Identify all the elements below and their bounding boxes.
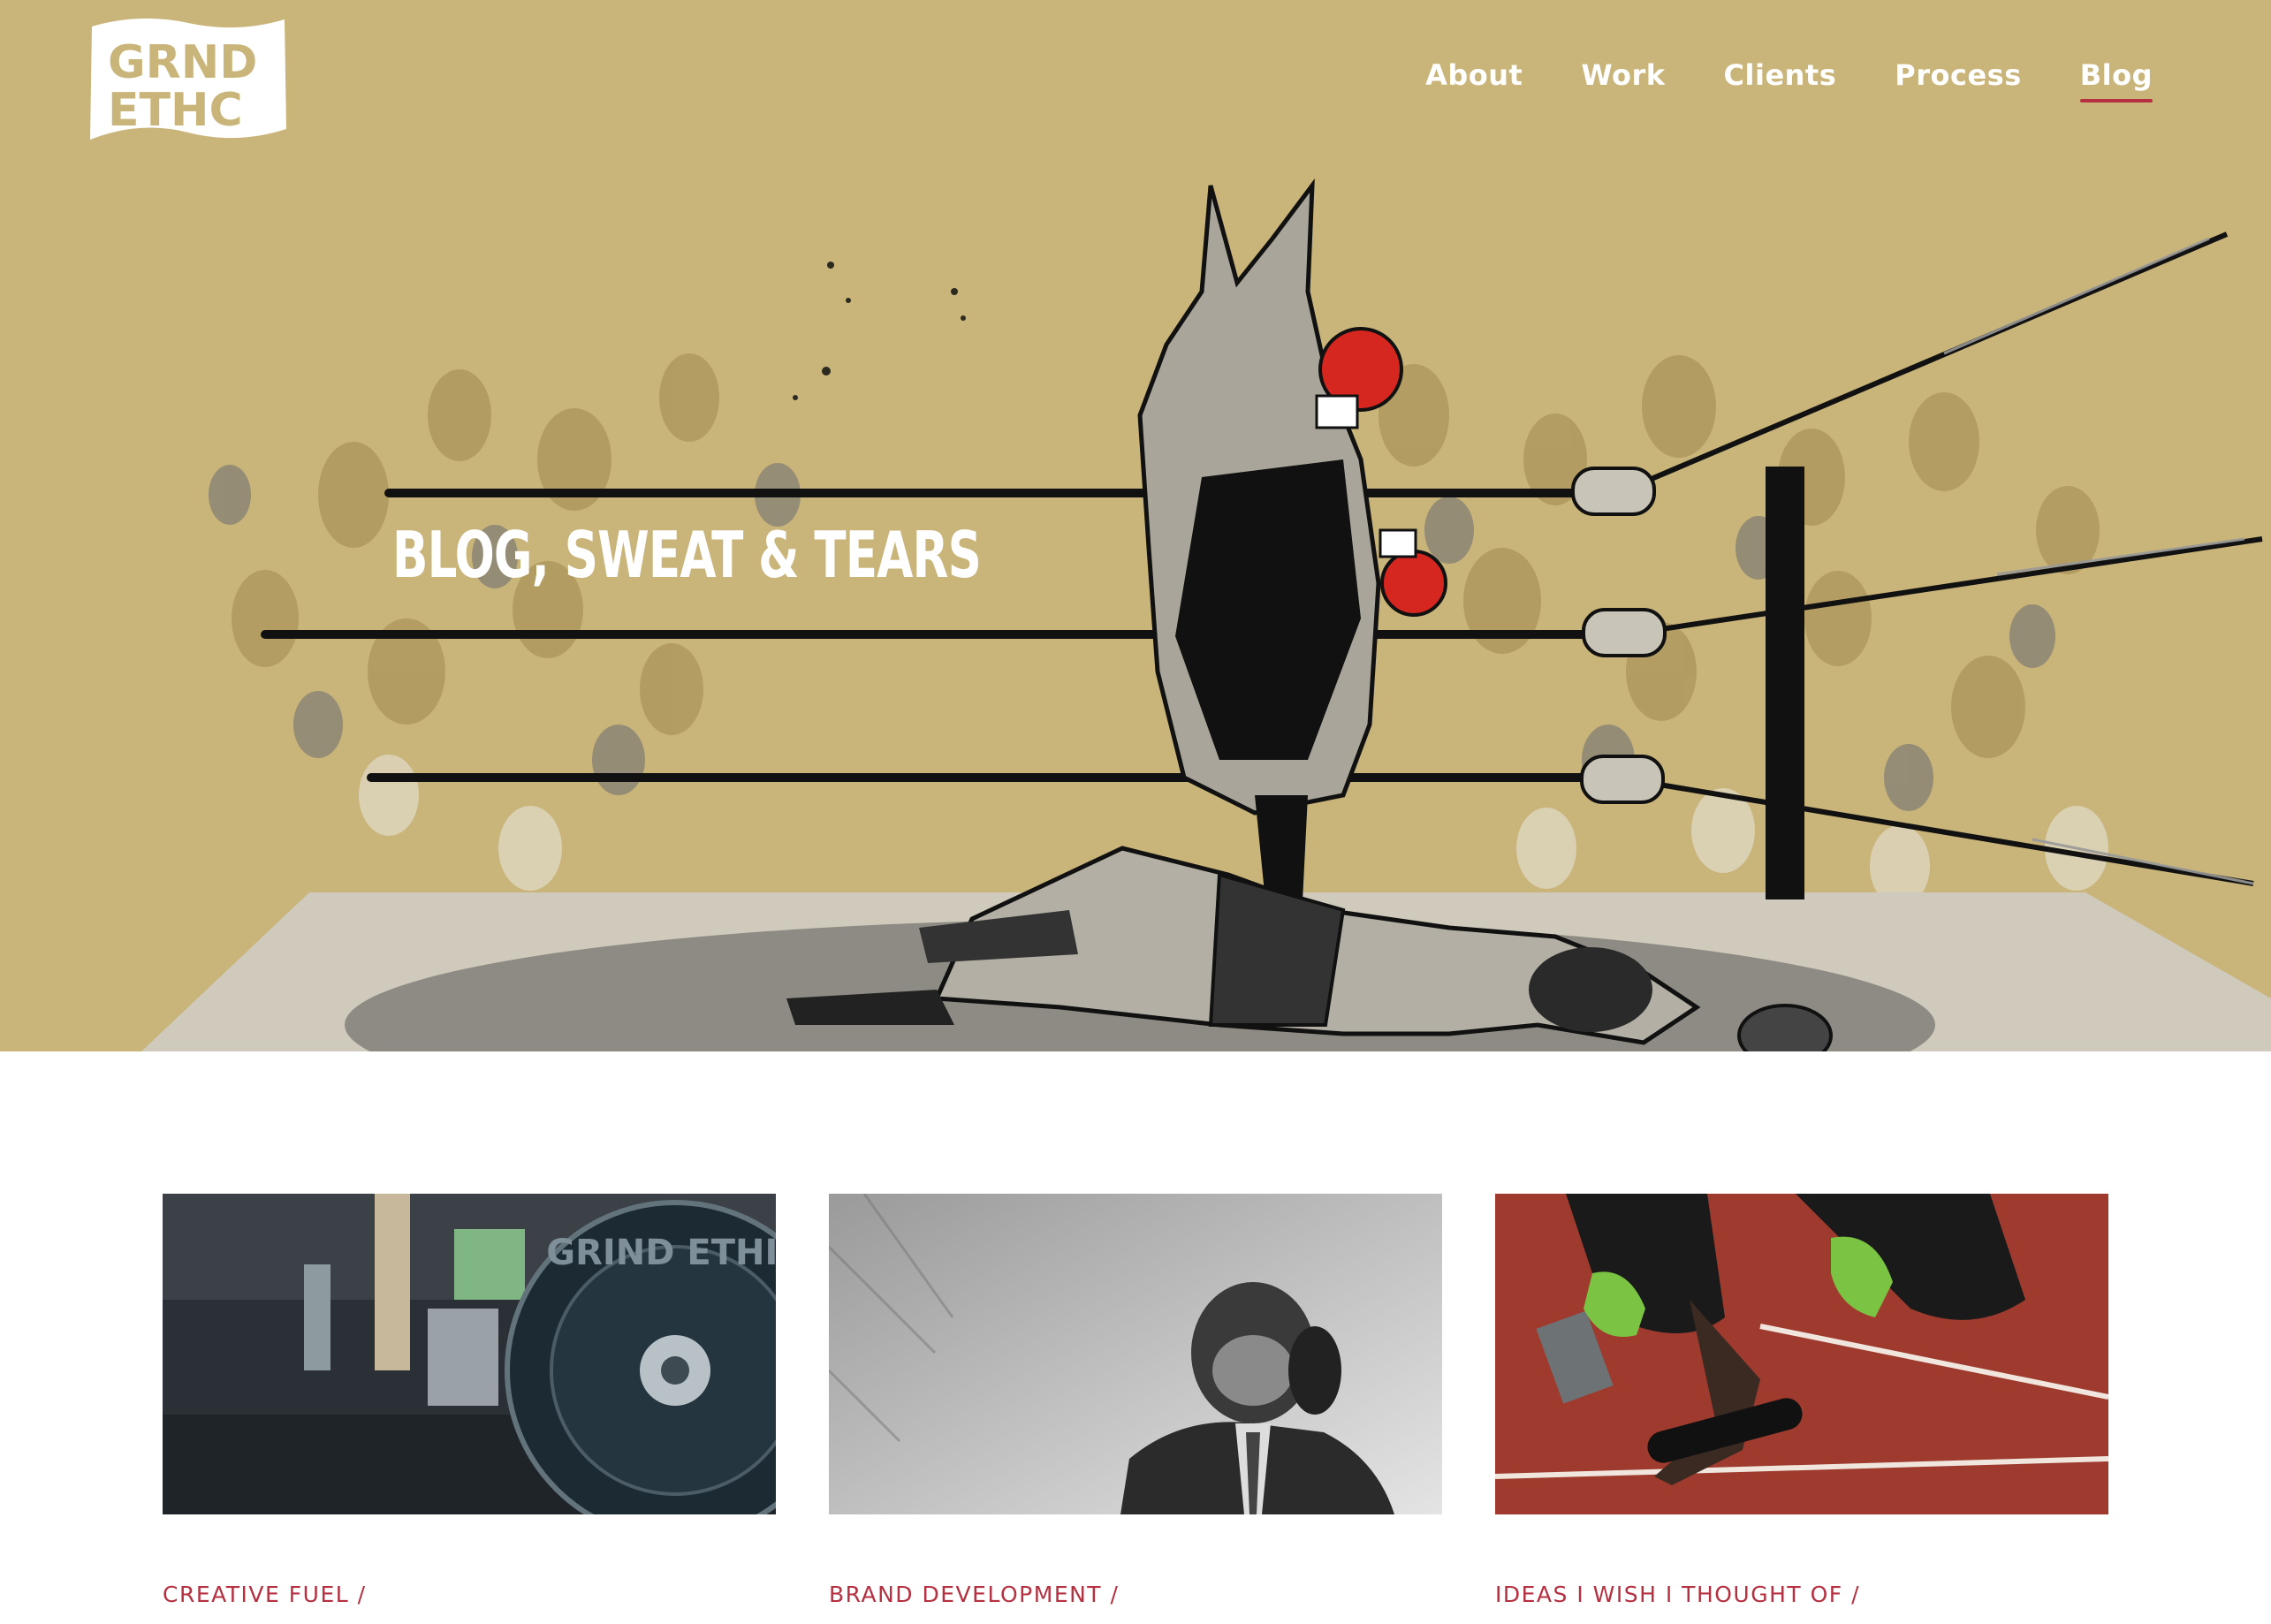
blog-card-grid: GRIND ETHIC CREATIVE FUEL / (163, 1194, 2108, 1607)
card-category-link[interactable]: IDEAS I WISH I THOUGHT OF / (1495, 1582, 2108, 1607)
blog-card[interactable]: IDEAS I WISH I THOUGHT OF / (1495, 1194, 2108, 1607)
nav-clients-link[interactable]: Clients (1724, 58, 1837, 101)
flag-logo-icon: GRND ETHC (90, 18, 286, 140)
main-nav: About Work Clients Process Blog (1425, 58, 2153, 102)
card-category-link[interactable]: CREATIVE FUEL / (163, 1582, 776, 1607)
nav-about-link[interactable]: About (1425, 58, 1523, 101)
hero-title-strong: BLOG (392, 518, 532, 592)
nav-work-link[interactable]: Work (1581, 58, 1665, 101)
hero-title-rest: , SWEAT & TEARS (531, 518, 982, 592)
hero-illustration (0, 0, 2271, 1140)
sprinter-relay-start-photo[interactable] (1495, 1194, 2108, 1514)
blog-card[interactable]: BRAND DEVELOPMENT / (829, 1194, 1442, 1607)
page: GRND ETHC About Work Clients Process Blo… (0, 0, 2271, 1624)
hero-section: GRND ETHC About Work Clients Process Blo… (0, 0, 2271, 1140)
chimpanzee-in-suit-photo[interactable] (829, 1194, 1442, 1514)
nav-blog-link[interactable]: Blog (2079, 58, 2153, 102)
card-category-link[interactable]: BRAND DEVELOPMENT / (829, 1582, 1442, 1607)
svg-text:ETHC: ETHC (108, 84, 243, 137)
grind-ethic-logo[interactable]: GRND ETHC (87, 16, 290, 147)
svg-text:GRIND ETHIC: GRIND ETHIC (546, 1233, 776, 1273)
barbell-plate-photo[interactable]: GRIND ETHIC (163, 1194, 776, 1514)
svg-text:GRND: GRND (108, 36, 257, 89)
blog-card[interactable]: GRIND ETHIC CREATIVE FUEL / (163, 1194, 776, 1607)
nav-process-link[interactable]: Process (1895, 58, 2021, 101)
hero-title: BLOG, SWEAT & TEARS (392, 523, 982, 587)
